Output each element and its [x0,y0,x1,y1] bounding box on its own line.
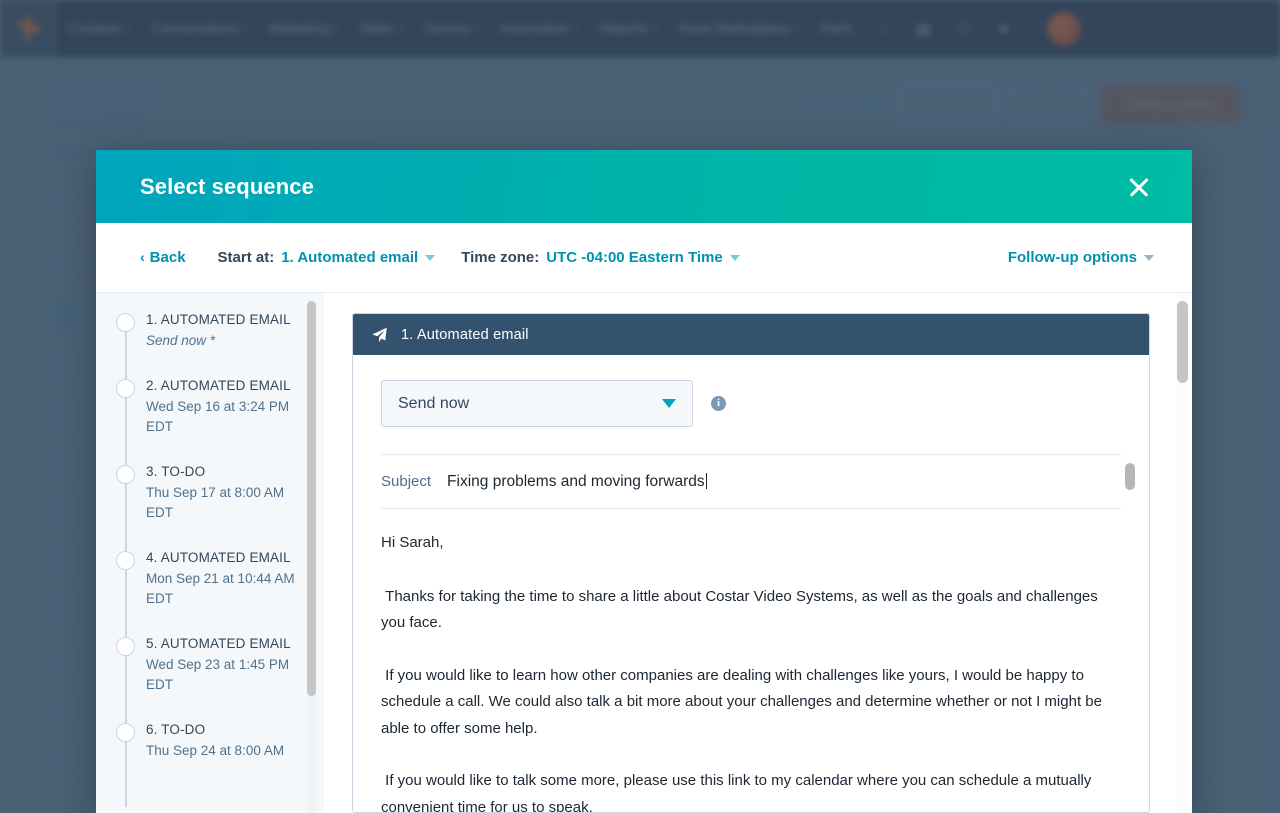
back-button[interactable]: ‹ Back [140,249,186,266]
scrollbar-thumb[interactable] [1177,301,1188,383]
step-subtitle: Thu Sep 24 at 8:00 AM [146,741,308,761]
timezone-label: Time zone: [461,249,539,266]
steps-scrollbar[interactable] [307,301,316,813]
list-item[interactable]: 4. AUTOMATED EMAIL Mon Sep 21 at 10:44 A… [96,549,324,609]
list-item[interactable]: 3. TO-DO Thu Sep 17 at 8:00 AM EDT [96,463,324,523]
email-paragraph: Thanks for taking the time to share a li… [381,584,1121,637]
email-paragraph: Hi Sarah, [381,530,1121,557]
send-timing-select[interactable]: Send now [381,380,693,427]
info-icon[interactable]: i [711,396,726,411]
select-sequence-modal: Select sequence ‹ Back Start at: 1. Autom… [96,150,1192,813]
email-card-header: 1. Automated email [353,314,1149,355]
step-dot-icon [116,637,135,656]
timezone-value: UTC -04:00 Eastern Time [546,249,722,266]
email-paragraph: If you would like to talk some more, ple… [381,768,1121,812]
step-dot-icon [116,723,135,742]
modal-scrollbar[interactable] [1176,293,1188,813]
step-title: 4. AUTOMATED EMAIL [146,549,308,566]
step-subtitle: Wed Sep 16 at 3:24 PM EDT [146,397,308,437]
scrollbar-thumb[interactable] [307,301,316,696]
start-at-value: 1. Automated email [281,249,418,266]
email-card: 1. Automated email Send now i Subject Fi… [352,313,1150,813]
email-card-title: 1. Automated email [401,327,529,343]
email-paragraph: If you would like to learn how other com… [381,663,1121,743]
subject-label: Subject [381,473,431,490]
start-at-dropdown[interactable]: 1. Automated email [281,249,435,266]
step-subtitle: Mon Sep 21 at 10:44 AM EDT [146,569,308,609]
step-title: 6. TO-DO [146,721,308,738]
subject-scrollbar-thumb[interactable] [1125,463,1135,490]
email-editor-pane: 1. Automated email Send now i Subject Fi… [324,293,1192,813]
timezone-dropdown[interactable]: UTC -04:00 Eastern Time [546,249,739,266]
chevron-down-icon [730,255,740,261]
send-timing-row: Send now i [381,380,1121,427]
modal-title: Select sequence [140,174,314,200]
step-title: 2. AUTOMATED EMAIL [146,377,308,394]
start-at-label: Start at: [218,249,275,266]
list-item[interactable]: 6. TO-DO Thu Sep 24 at 8:00 AM [96,721,324,761]
text-cursor [706,473,707,489]
paper-plane-icon [371,327,388,343]
close-icon[interactable] [1124,172,1154,202]
chevron-left-icon: ‹ [140,249,145,265]
follow-up-options-label: Follow-up options [1008,249,1137,266]
list-item[interactable]: 5. AUTOMATED EMAIL Wed Sep 23 at 1:45 PM… [96,635,324,695]
chevron-down-icon [425,255,435,261]
modal-subbar: ‹ Back Start at: 1. Automated email Time … [96,223,1192,293]
follow-up-options-dropdown[interactable]: Follow-up options [1008,249,1154,266]
modal-header: Select sequence [96,150,1192,223]
step-title: 5. AUTOMATED EMAIL [146,635,308,652]
sequence-steps-sidebar: 1. AUTOMATED EMAIL Send now * 2. AUTOMAT… [96,293,324,813]
email-body-editor[interactable]: Hi Sarah, Thanks for taking the time to … [381,509,1121,812]
subject-input[interactable]: Fixing problems and moving forwards [447,473,707,491]
step-dot-icon [116,551,135,570]
step-connector [125,739,127,807]
step-title: 1. AUTOMATED EMAIL [146,311,308,328]
back-label: Back [150,249,186,266]
step-subtitle: Send now * [146,331,308,351]
subject-row[interactable]: Subject Fixing problems and moving forwa… [381,454,1121,509]
step-subtitle: Thu Sep 17 at 8:00 AM EDT [146,483,308,523]
subject-text: Fixing problems and moving forwards [447,473,705,490]
step-title: 3. TO-DO [146,463,308,480]
send-timing-value: Send now [398,395,469,413]
step-dot-icon [116,465,135,484]
modal-content: 1. AUTOMATED EMAIL Send now * 2. AUTOMAT… [96,293,1192,813]
email-card-body: Send now i Subject Fixing problems and m… [353,355,1149,812]
chevron-down-icon [1144,255,1154,261]
step-dot-icon [116,379,135,398]
step-dot-icon [116,313,135,332]
chevron-down-icon [662,399,676,408]
list-item[interactable]: 2. AUTOMATED EMAIL Wed Sep 16 at 3:24 PM… [96,377,324,437]
step-subtitle: Wed Sep 23 at 1:45 PM EDT [146,655,308,695]
list-item[interactable]: 1. AUTOMATED EMAIL Send now * [96,311,324,351]
